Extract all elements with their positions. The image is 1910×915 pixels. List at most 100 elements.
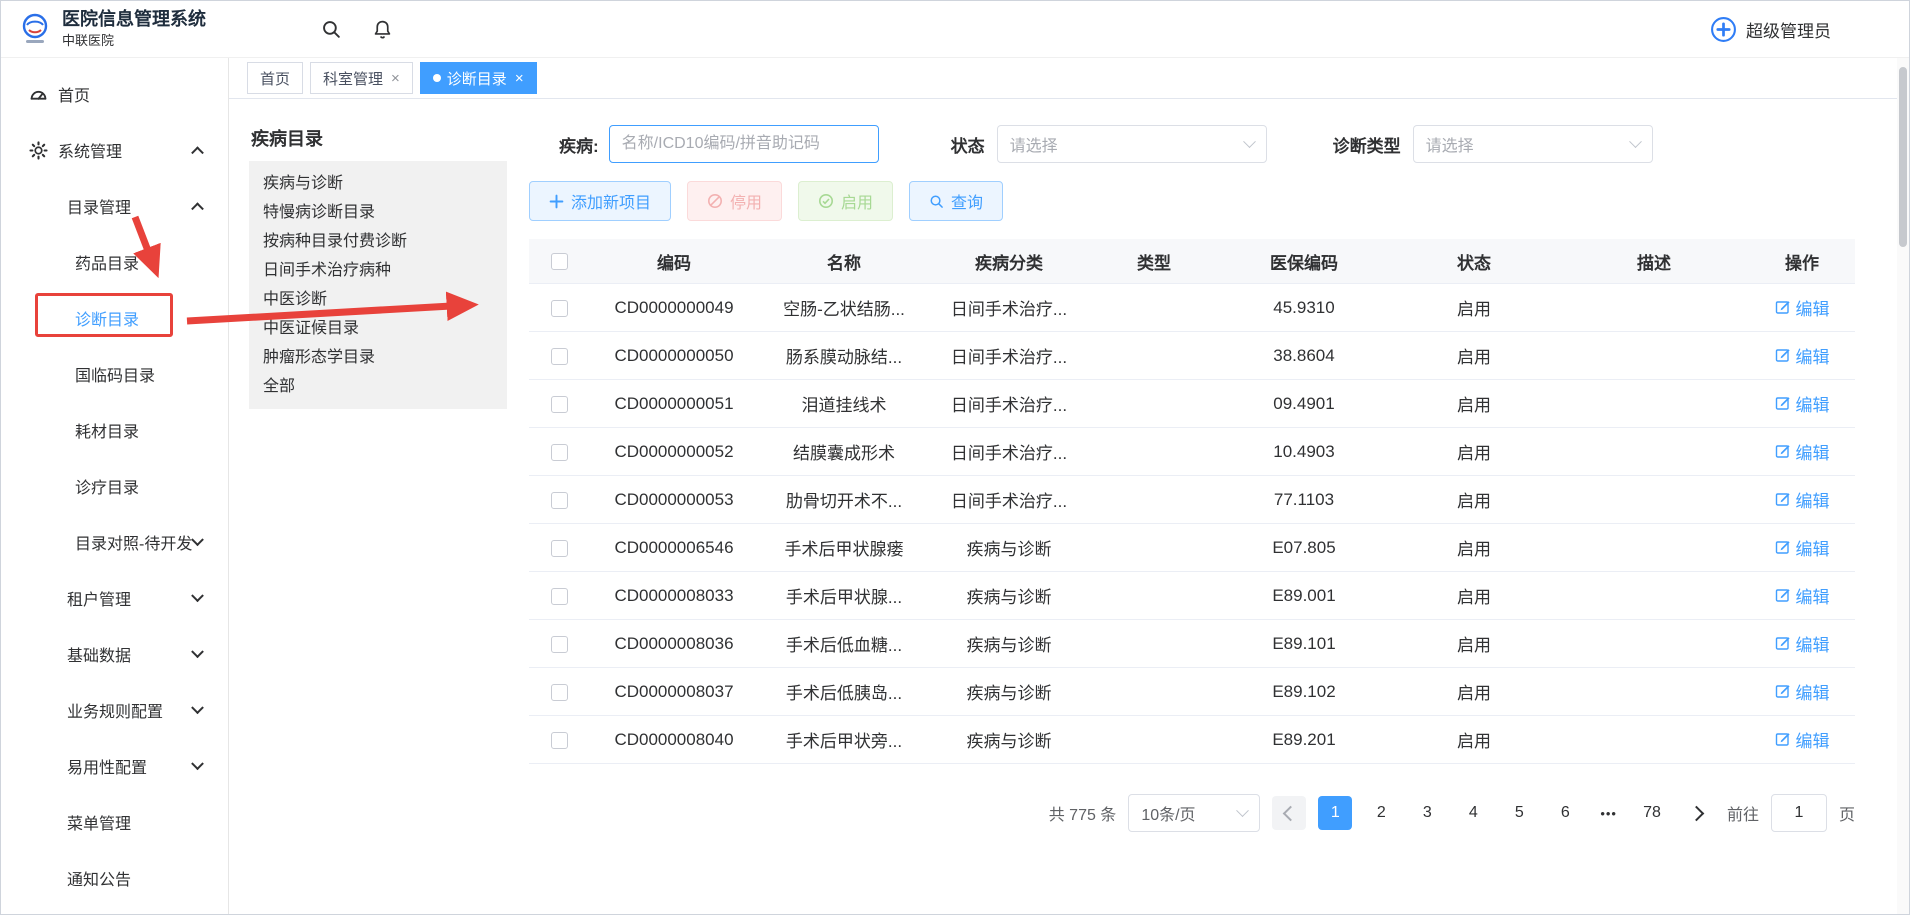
edit-button[interactable]: 编辑	[1775, 583, 1830, 608]
column-header: 状态	[1389, 239, 1559, 284]
tab-dept-mgmt[interactable]: 科室管理 ×	[310, 62, 413, 94]
row-checkbox[interactable]	[551, 300, 568, 317]
sidebar-item-label: 目录对照-待开发	[75, 530, 192, 554]
gear-icon	[29, 141, 48, 160]
next-page-button[interactable]	[1681, 796, 1715, 830]
sidebar-item-tenant-mgmt[interactable]: 租户管理	[1, 570, 228, 626]
row-checkbox[interactable]	[551, 684, 568, 701]
chevron-down-icon	[191, 645, 204, 658]
sidebar-item-national-code-catalog[interactable]: 国临码目录	[1, 346, 228, 402]
edit-button[interactable]: 编辑	[1775, 535, 1830, 560]
edit-button[interactable]: 编辑	[1775, 391, 1830, 416]
page-size-select[interactable]: 10条/页	[1128, 794, 1260, 832]
prev-page-button[interactable]	[1272, 796, 1306, 830]
row-checkbox[interactable]	[551, 396, 568, 413]
edit-button[interactable]: 编辑	[1775, 679, 1830, 704]
add-item-button[interactable]: 添加新项目	[529, 181, 671, 221]
catalog-list-item[interactable]: 疾病与诊断	[249, 169, 507, 198]
catalog-list-item[interactable]: 日间手术治疗病种	[249, 256, 507, 285]
app-brand: 医院信息管理系统 中联医院	[1, 9, 229, 48]
scrollbar-thumb[interactable]	[1899, 67, 1907, 247]
sidebar-item-diagnosis-catalog[interactable]: 诊断目录	[1, 290, 228, 346]
sidebar-item-catalog-mgmt[interactable]: 目录管理	[1, 178, 228, 234]
edit-button[interactable]: 编辑	[1775, 727, 1830, 752]
row-checkbox[interactable]	[551, 588, 568, 605]
sidebar-item-consumables-catalog[interactable]: 耗材目录	[1, 402, 228, 458]
sidebar-item-system-mgmt[interactable]: 系统管理	[1, 122, 228, 178]
sidebar-item-business-rules[interactable]: 业务规则配置	[1, 682, 228, 738]
table-row: CD0000006546 手术后甲状腺瘘 疾病与诊断 E07.805 启用 编辑	[529, 524, 1855, 572]
notification-bell-icon[interactable]	[372, 19, 393, 40]
row-checkbox[interactable]	[551, 444, 568, 461]
catalog-list-item[interactable]: 肿瘤形态学目录	[249, 343, 507, 372]
cell-insurance: E89.001	[1219, 572, 1389, 620]
edit-button[interactable]: 编辑	[1775, 631, 1830, 656]
disease-catalog-panel: 疾病目录 疾病与诊断 特慢病诊断目录 按病种目录付费诊断 日间手术治疗病种 中医…	[249, 125, 507, 915]
cell-category: 日间手术治疗...	[929, 332, 1089, 380]
edit-button[interactable]: 编辑	[1775, 487, 1830, 512]
sidebar-item-catalog-mapping[interactable]: 目录对照-待开发	[1, 514, 228, 570]
sidebar-item-home[interactable]: 首页	[1, 66, 228, 122]
page-button-3[interactable]: 3	[1410, 796, 1444, 830]
page-button-2[interactable]: 2	[1364, 796, 1398, 830]
sidebar-item-basic-data[interactable]: 基础数据	[1, 626, 228, 682]
page-button-78[interactable]: 78	[1635, 796, 1669, 830]
catalog-list-item[interactable]: 中医诊断	[249, 285, 507, 314]
column-header: 描述	[1559, 239, 1749, 284]
page-button-4[interactable]: 4	[1456, 796, 1490, 830]
disable-button[interactable]: 停用	[687, 181, 782, 221]
tab-bar: 首页 科室管理 × 诊断目录 ×	[229, 58, 1909, 99]
cell-code: CD0000000049	[589, 284, 759, 332]
check-circle-icon	[818, 193, 834, 209]
collapse-menu-icon[interactable]	[267, 21, 289, 37]
row-checkbox[interactable]	[551, 492, 568, 509]
enable-button[interactable]: 启用	[798, 181, 893, 221]
catalog-list-item[interactable]: 特慢病诊断目录	[249, 198, 507, 227]
disease-search-input[interactable]	[609, 125, 879, 163]
page-button-5[interactable]: 5	[1502, 796, 1536, 830]
row-checkbox[interactable]	[551, 732, 568, 749]
cell-category: 日间手术治疗...	[929, 284, 1089, 332]
select-placeholder: 请选择	[1010, 132, 1058, 156]
cell-status: 启用	[1389, 476, 1559, 524]
status-select[interactable]: 请选择	[997, 125, 1267, 163]
cell-desc	[1559, 380, 1749, 428]
edit-button[interactable]: 编辑	[1775, 439, 1830, 464]
close-icon[interactable]: ×	[391, 71, 400, 86]
catalog-list: 疾病与诊断 特慢病诊断目录 按病种目录付费诊断 日间手术治疗病种 中医诊断 中医…	[249, 161, 507, 409]
edit-button[interactable]: 编辑	[1775, 295, 1830, 320]
cell-desc	[1559, 620, 1749, 668]
sidebar-item-label: 基础数据	[67, 642, 131, 666]
catalog-list-item[interactable]: 中医证候目录	[249, 314, 507, 343]
edit-button[interactable]: 编辑	[1775, 343, 1830, 368]
catalog-list-item[interactable]: 全部	[249, 372, 507, 401]
sidebar-item-drug-catalog[interactable]: 药品目录	[1, 234, 228, 290]
sidebar-item-menu-mgmt[interactable]: 菜单管理	[1, 794, 228, 850]
cell-status: 启用	[1389, 716, 1559, 764]
sidebar-item-usability-config[interactable]: 易用性配置	[1, 738, 228, 794]
row-checkbox[interactable]	[551, 636, 568, 653]
tab-home[interactable]: 首页	[247, 62, 303, 94]
select-all-checkbox[interactable]	[551, 253, 568, 270]
cell-code: CD0000008036	[589, 620, 759, 668]
diagnosis-type-select[interactable]: 请选择	[1413, 125, 1653, 163]
cell-status: 启用	[1389, 524, 1559, 572]
goto-page-input[interactable]	[1771, 794, 1827, 832]
user-menu[interactable]: 超级管理员	[1710, 16, 1831, 43]
more-pages-button[interactable]: •••	[1594, 805, 1623, 822]
query-button[interactable]: 查询	[909, 181, 1003, 221]
table-header-row: 编码 名称 疾病分类 类型 医保编码 状态 描述 操作	[529, 239, 1855, 284]
row-checkbox[interactable]	[551, 540, 568, 557]
tab-diagnosis-catalog[interactable]: 诊断目录 ×	[420, 62, 537, 94]
close-icon[interactable]: ×	[515, 71, 524, 86]
sidebar-item-notice[interactable]: 通知公告	[1, 850, 228, 906]
sidebar-item-treatment-catalog[interactable]: 诊疗目录	[1, 458, 228, 514]
catalog-list-item[interactable]: 按病种目录付费诊断	[249, 227, 507, 256]
page-button-6[interactable]: 6	[1548, 796, 1582, 830]
cell-insurance: 38.8604	[1219, 332, 1389, 380]
search-icon[interactable]	[321, 19, 342, 40]
page-button-1[interactable]: 1	[1318, 796, 1352, 830]
row-checkbox[interactable]	[551, 348, 568, 365]
goto-label: 前往	[1727, 801, 1759, 825]
cell-insurance: E07.805	[1219, 524, 1389, 572]
